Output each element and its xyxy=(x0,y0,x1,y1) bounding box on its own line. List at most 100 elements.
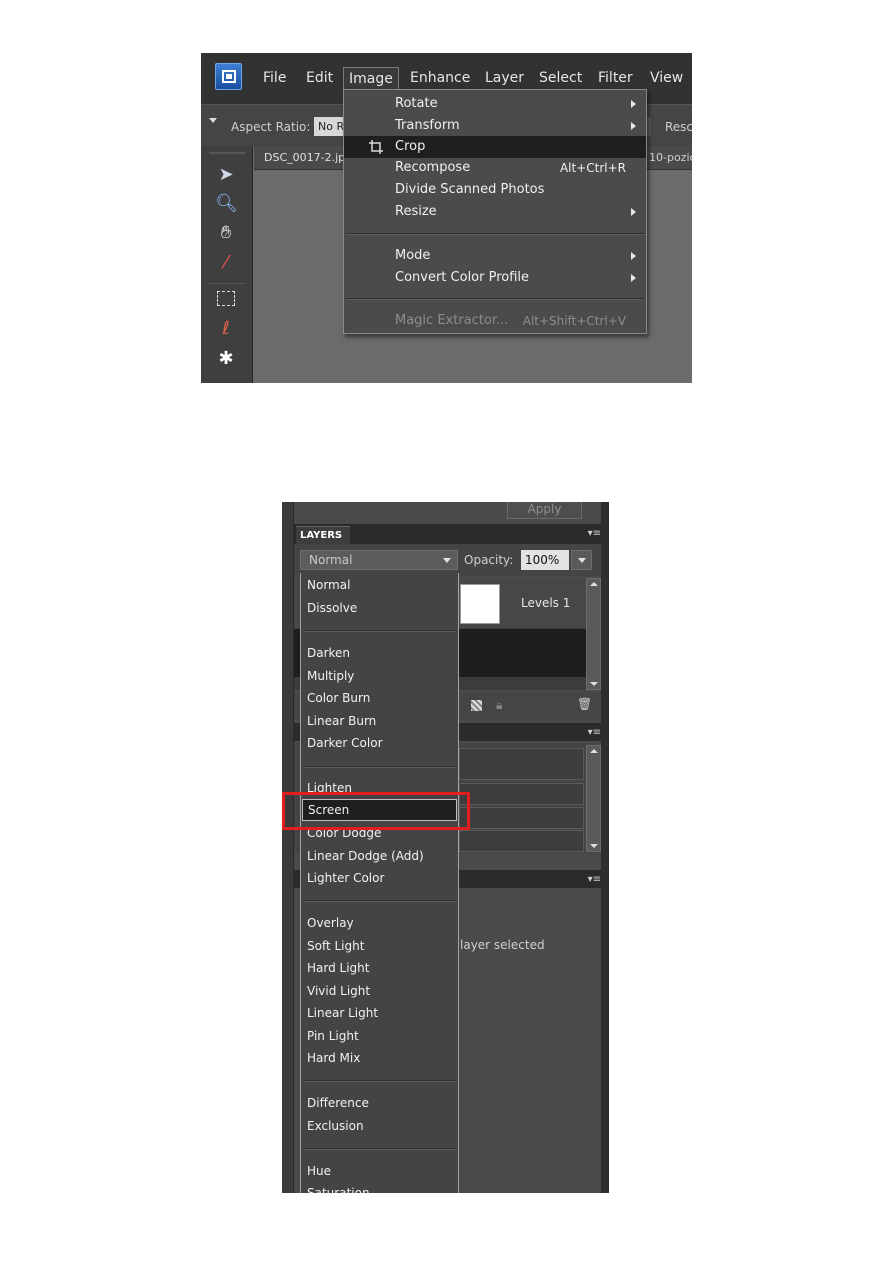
panel-row[interactable] xyxy=(459,830,584,852)
blend-item-linear-light[interactable]: Linear Light xyxy=(301,1002,458,1024)
blend-item-saturation[interactable]: Saturation xyxy=(301,1182,458,1193)
trash-icon[interactable]: 🗑︎ xyxy=(577,697,592,711)
move-tool-icon[interactable]: ➤ xyxy=(215,164,237,186)
submenu-arrow-icon xyxy=(631,208,636,216)
blend-item-soft-light[interactable]: Soft Light xyxy=(301,935,458,957)
toolbox-divider xyxy=(209,283,245,284)
opacity-input[interactable]: 100% xyxy=(521,550,569,570)
menu-item-divide-scanned-photos[interactable]: Divide Scanned Photos xyxy=(344,179,646,201)
menu-item-convert-color-profile[interactable]: Convert Color Profile xyxy=(344,267,646,289)
layer-mask-thumbnail[interactable] xyxy=(460,584,500,624)
blend-item-dissolve[interactable]: Dissolve xyxy=(301,597,458,619)
scroll-up-icon[interactable] xyxy=(590,582,598,586)
blend-item-overlay[interactable]: Overlay xyxy=(301,912,458,934)
submenu-arrow-icon xyxy=(631,100,636,108)
no-layer-selected-text: layer selected xyxy=(460,938,545,952)
blend-item-hue[interactable]: Hue xyxy=(301,1160,458,1182)
resolution-label: Resc xyxy=(665,120,692,134)
scroll-down-icon[interactable] xyxy=(590,844,598,848)
menu-image[interactable]: Image xyxy=(343,67,399,90)
opacity-dropdown-button[interactable] xyxy=(571,550,592,570)
blend-item-exclusion[interactable]: Exclusion xyxy=(301,1115,458,1137)
menu-filter[interactable]: Filter xyxy=(598,70,633,86)
scroll-up-icon[interactable] xyxy=(590,749,598,753)
blend-item-multiply[interactable]: Multiply xyxy=(301,665,458,687)
layers-scrollbar[interactable] xyxy=(586,578,601,690)
panel-menu-icon[interactable]: ▾≡ xyxy=(588,528,601,539)
blend-item-vivid-light[interactable]: Vivid Light xyxy=(301,980,458,1002)
menu-edit[interactable]: Edit xyxy=(306,70,333,86)
layers-toolbar: Normal Opacity: 100% xyxy=(294,544,609,576)
transparency-lock-icon[interactable] xyxy=(471,700,482,711)
lock-icon[interactable]: 🔒︎ xyxy=(496,698,508,712)
magic-wand-tool-icon[interactable]: ✱ xyxy=(215,348,237,370)
menu-item-rotate[interactable]: Rotate xyxy=(344,93,646,115)
panel-row[interactable] xyxy=(459,807,584,829)
hand-tool-icon[interactable]: ✋︎ xyxy=(215,222,237,244)
submenu-arrow-icon xyxy=(631,122,636,130)
blend-item-darken[interactable]: Darken xyxy=(301,642,458,664)
menu-enhance[interactable]: Enhance xyxy=(410,70,470,86)
blend-item-hard-mix[interactable]: Hard Mix xyxy=(301,1047,458,1069)
document-tab-right[interactable]: 10-pozic xyxy=(649,151,692,164)
options-dropdown-icon[interactable] xyxy=(209,118,217,123)
panel-row[interactable] xyxy=(459,748,584,780)
blend-item-hard-light[interactable]: Hard Light xyxy=(301,957,458,979)
blend-item-linear-dodge[interactable]: Linear Dodge (Add) xyxy=(301,845,458,867)
menu-item-mode[interactable]: Mode xyxy=(344,245,646,267)
menu-separator xyxy=(304,630,455,632)
second-panel-scrollbar[interactable] xyxy=(586,745,601,852)
layers-panel-header: LAYERS ▾≡ xyxy=(294,524,609,544)
menu-separator xyxy=(304,900,455,902)
blend-item-linear-burn[interactable]: Linear Burn xyxy=(301,710,458,732)
chevron-down-icon xyxy=(443,558,451,563)
toolbox: ➤ 🔍︎ ✋︎ ⁄ ℓ ✱ xyxy=(201,146,253,383)
layer-name[interactable]: Levels 1 xyxy=(521,596,570,610)
submenu-arrow-icon xyxy=(631,274,636,282)
blend-item-difference[interactable]: Difference xyxy=(301,1092,458,1114)
menu-layer[interactable]: Layer xyxy=(485,70,524,86)
chevron-down-icon xyxy=(578,558,586,563)
blend-item-pin-light[interactable]: Pin Light xyxy=(301,1025,458,1047)
panel-menu-icon[interactable]: ▾≡ xyxy=(588,727,601,738)
menu-select[interactable]: Select xyxy=(539,70,582,86)
menu-separator xyxy=(304,1148,455,1150)
blend-item-color-burn[interactable]: Color Burn xyxy=(301,687,458,709)
lasso-tool-icon[interactable]: ℓ xyxy=(215,318,237,340)
panel-right-edge xyxy=(601,502,609,1193)
menu-view[interactable]: View xyxy=(650,70,683,86)
menu-file[interactable]: File xyxy=(263,70,286,86)
zoom-tool-icon[interactable]: 🔍︎ xyxy=(215,193,238,215)
menu-item-crop[interactable]: Crop xyxy=(344,136,646,158)
blend-item-darker-color[interactable]: Darker Color xyxy=(301,732,458,754)
menu-item-recompose[interactable]: Recompose Alt+Ctrl+R xyxy=(344,157,646,179)
menu-item-resize[interactable]: Resize xyxy=(344,201,646,223)
panel-row[interactable] xyxy=(459,783,584,805)
image-dropdown-menu: Rotate Transform Crop Recompose Alt+Ctrl+… xyxy=(343,89,647,334)
marquee-tool-icon[interactable] xyxy=(215,288,237,310)
blend-mode-select[interactable]: Normal xyxy=(300,550,458,570)
document-tab[interactable]: DSC_0017-2.jp xyxy=(264,151,345,164)
layers-blend-screenshot: Apply LAYERS ▾≡ Normal Opacity: 100% Lev… xyxy=(282,502,609,1193)
blend-item-normal[interactable]: Normal xyxy=(301,574,458,596)
menu-separator xyxy=(346,298,644,300)
menu-separator xyxy=(304,766,455,768)
menu-item-transform[interactable]: Transform xyxy=(344,115,646,137)
highlight-box xyxy=(282,792,470,830)
blend-item-lighter-color[interactable]: Lighter Color xyxy=(301,867,458,889)
layers-panel-tab[interactable]: LAYERS xyxy=(296,526,350,544)
crop-icon xyxy=(369,140,383,154)
eyedropper-tool-icon[interactable]: ⁄ xyxy=(215,252,237,274)
app-logo-icon[interactable] xyxy=(215,63,242,90)
menu-separator xyxy=(304,1080,455,1082)
menu-separator xyxy=(346,233,644,235)
scroll-down-icon[interactable] xyxy=(590,682,598,686)
menu-item-magic-extractor: Magic Extractor... Alt+Shift+Ctrl+V xyxy=(395,313,626,328)
apply-button[interactable]: Apply xyxy=(507,502,582,519)
blend-mode-dropdown: Normal Dissolve Darken Multiply Color Bu… xyxy=(300,573,459,1193)
aspect-ratio-label: Aspect Ratio: xyxy=(231,120,311,134)
toolbox-grip[interactable] xyxy=(209,152,245,154)
panel-menu-icon[interactable]: ▾≡ xyxy=(588,874,601,885)
opacity-label: Opacity: xyxy=(464,553,514,567)
image-menu-screenshot: File Edit Image Enhance Layer Select Fil… xyxy=(201,53,692,383)
